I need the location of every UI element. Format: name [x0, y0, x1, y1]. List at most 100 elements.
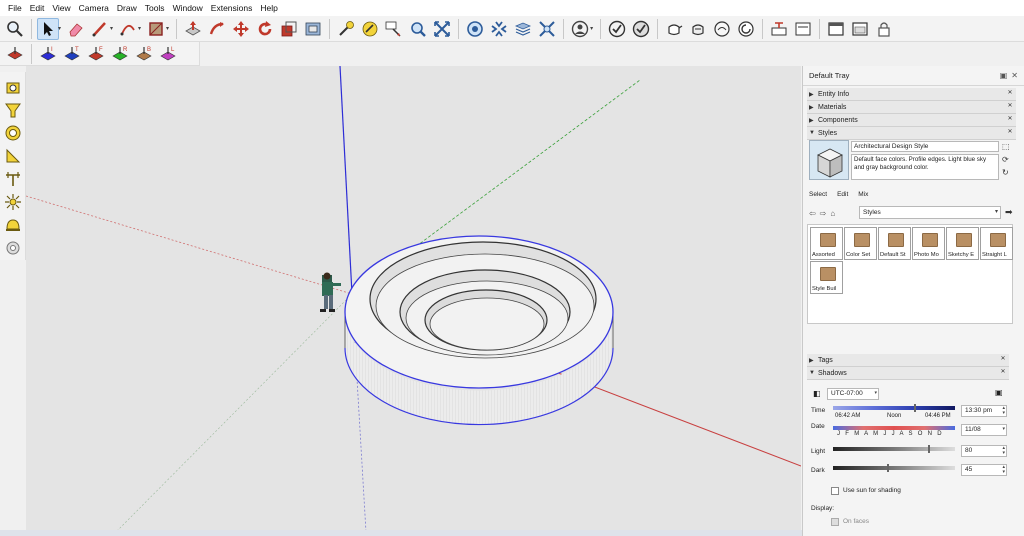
menu-tools[interactable]: Tools [141, 0, 169, 16]
close-icon[interactable]: ✕ [1006, 89, 1014, 99]
section-button[interactable] [768, 18, 790, 40]
folder-tile[interactable]: Photo Mo [912, 227, 945, 260]
forward-icon[interactable]: ⇨ [820, 209, 827, 218]
style-thumbnail[interactable] [809, 140, 849, 180]
axes-button[interactable] [407, 18, 429, 40]
chevron-down-icon[interactable]: ▾ [590, 25, 593, 32]
shadow-toggle-icon[interactable]: ◧ [813, 389, 821, 398]
menu-file[interactable]: File [4, 0, 26, 16]
panel-components[interactable]: ▶ Components ✕ [807, 114, 1016, 127]
folder-tile[interactable]: Sketchy E [946, 227, 979, 260]
teapot-shaded-button[interactable] [711, 18, 733, 40]
left-view-button[interactable]: B [133, 43, 155, 65]
protractor-tool-button[interactable] [2, 145, 24, 166]
teapot-hidden-button[interactable] [687, 18, 709, 40]
folder-tile[interactable]: Assorted [810, 227, 843, 260]
create-style-icon[interactable]: ⬚ [1002, 142, 1014, 151]
shaded-button[interactable] [630, 18, 652, 40]
hidden-line-button[interactable] [606, 18, 628, 40]
date-slider[interactable] [833, 426, 955, 430]
menu-edit[interactable]: Edit [26, 0, 49, 16]
use-sun-checkbox[interactable] [831, 487, 839, 495]
teapot-button[interactable] [663, 18, 685, 40]
right-view-button[interactable]: F [85, 43, 107, 65]
window-alt-button[interactable] [849, 18, 871, 40]
extension-button[interactable] [536, 18, 558, 40]
details-icon[interactable]: ▣ [995, 388, 1003, 397]
update-style-icon[interactable]: ⟳ [1002, 155, 1014, 164]
chevron-down-icon[interactable]: ▾ [110, 25, 113, 32]
tab-select[interactable]: Select [809, 191, 827, 198]
back-view-button[interactable]: R [109, 43, 131, 65]
rotate-button[interactable] [254, 18, 276, 40]
menu-window[interactable]: Window [169, 0, 207, 16]
tape-measure-button[interactable] [335, 18, 357, 40]
time-input[interactable]: 13:30 pm ▴ ▾ [961, 405, 1007, 417]
line-button[interactable] [89, 18, 111, 40]
light-input[interactable]: 80 ▴ ▾ [961, 445, 1007, 457]
chevron-down-icon[interactable]: ▾ [58, 25, 61, 32]
library-select[interactable]: Styles ▾ [859, 206, 1001, 219]
window-button[interactable] [825, 18, 847, 40]
look-around-button[interactable] [2, 99, 24, 120]
model-viewport[interactable] [26, 66, 801, 532]
pin-icon[interactable]: ▣ [1000, 71, 1008, 80]
hardhat-button[interactable] [2, 214, 24, 235]
close-icon[interactable]: ✕ [1011, 71, 1018, 80]
style-name-field[interactable]: Architectural Design Style [851, 141, 999, 152]
home-icon[interactable]: ⌂ [830, 209, 835, 218]
menu-help[interactable]: Help [256, 0, 281, 16]
on-faces-checkbox[interactable] [831, 518, 839, 526]
chevron-down-icon[interactable]: ▾ [138, 25, 141, 32]
tab-edit[interactable]: Edit [837, 191, 848, 198]
panel-materials[interactable]: ▶ Materials ✕ [807, 101, 1016, 114]
settings-button[interactable] [2, 237, 24, 258]
warehouse-button[interactable] [512, 18, 534, 40]
panel-tags[interactable]: ▶ Tags ✕ [807, 354, 1009, 367]
follow-me-button[interactable] [206, 18, 228, 40]
tab-mix[interactable]: Mix [858, 191, 868, 198]
style-description-field[interactable]: Default face colors. Profile edges. Ligh… [851, 154, 999, 180]
offset-button[interactable] [302, 18, 324, 40]
close-icon[interactable]: ✕ [1006, 115, 1014, 125]
light-slider-handle[interactable] [928, 445, 930, 453]
front-view-button[interactable]: T [61, 43, 83, 65]
back-icon[interactable]: ⇦ [809, 209, 816, 218]
eraser-button[interactable] [65, 18, 87, 40]
dimension-button[interactable] [2, 168, 24, 189]
folder-tile[interactable]: Color Set [844, 227, 877, 260]
details-icon[interactable]: ➡ [1005, 207, 1013, 218]
close-icon[interactable]: ✕ [1006, 128, 1014, 138]
panel-entity-info[interactable]: ▶ Entity Info ✕ [807, 88, 1016, 101]
time-slider-handle[interactable] [914, 404, 916, 412]
close-icon[interactable]: ✕ [999, 355, 1007, 365]
chevron-down-icon[interactable]: ▾ [166, 25, 169, 32]
protractor-button[interactable] [359, 18, 381, 40]
folder-tile[interactable]: Straight L [980, 227, 1013, 260]
dark-slider[interactable] [833, 466, 955, 470]
section-display-button[interactable] [792, 18, 814, 40]
menu-draw[interactable]: Draw [113, 0, 141, 16]
close-icon[interactable]: ✕ [1006, 102, 1014, 112]
dark-input[interactable]: 45 ▴ ▾ [961, 464, 1007, 476]
time-slider[interactable] [833, 406, 955, 410]
iso-view-button[interactable] [4, 43, 26, 65]
light-slider[interactable] [833, 447, 955, 451]
menu-extensions[interactable]: Extensions [207, 0, 257, 16]
top-view-button[interactable]: I [37, 43, 59, 65]
move-button[interactable] [230, 18, 252, 40]
sun-button[interactable] [2, 191, 24, 212]
refresh-icon[interactable]: ↻ [1002, 168, 1014, 177]
lock-button[interactable] [873, 18, 895, 40]
bottom-view-button[interactable]: L [157, 43, 179, 65]
folder-tile[interactable]: Default St [878, 227, 911, 260]
push-pull-button[interactable] [182, 18, 204, 40]
date-input[interactable]: 11/08 ▾ [961, 424, 1007, 436]
zoom-button[interactable] [4, 18, 26, 40]
orbit-button[interactable] [464, 18, 486, 40]
menu-view[interactable]: View [48, 0, 74, 16]
pan-button[interactable] [488, 18, 510, 40]
scale-button[interactable] [278, 18, 300, 40]
teapot-texture-button[interactable] [735, 18, 757, 40]
dark-slider-handle[interactable] [887, 464, 889, 472]
